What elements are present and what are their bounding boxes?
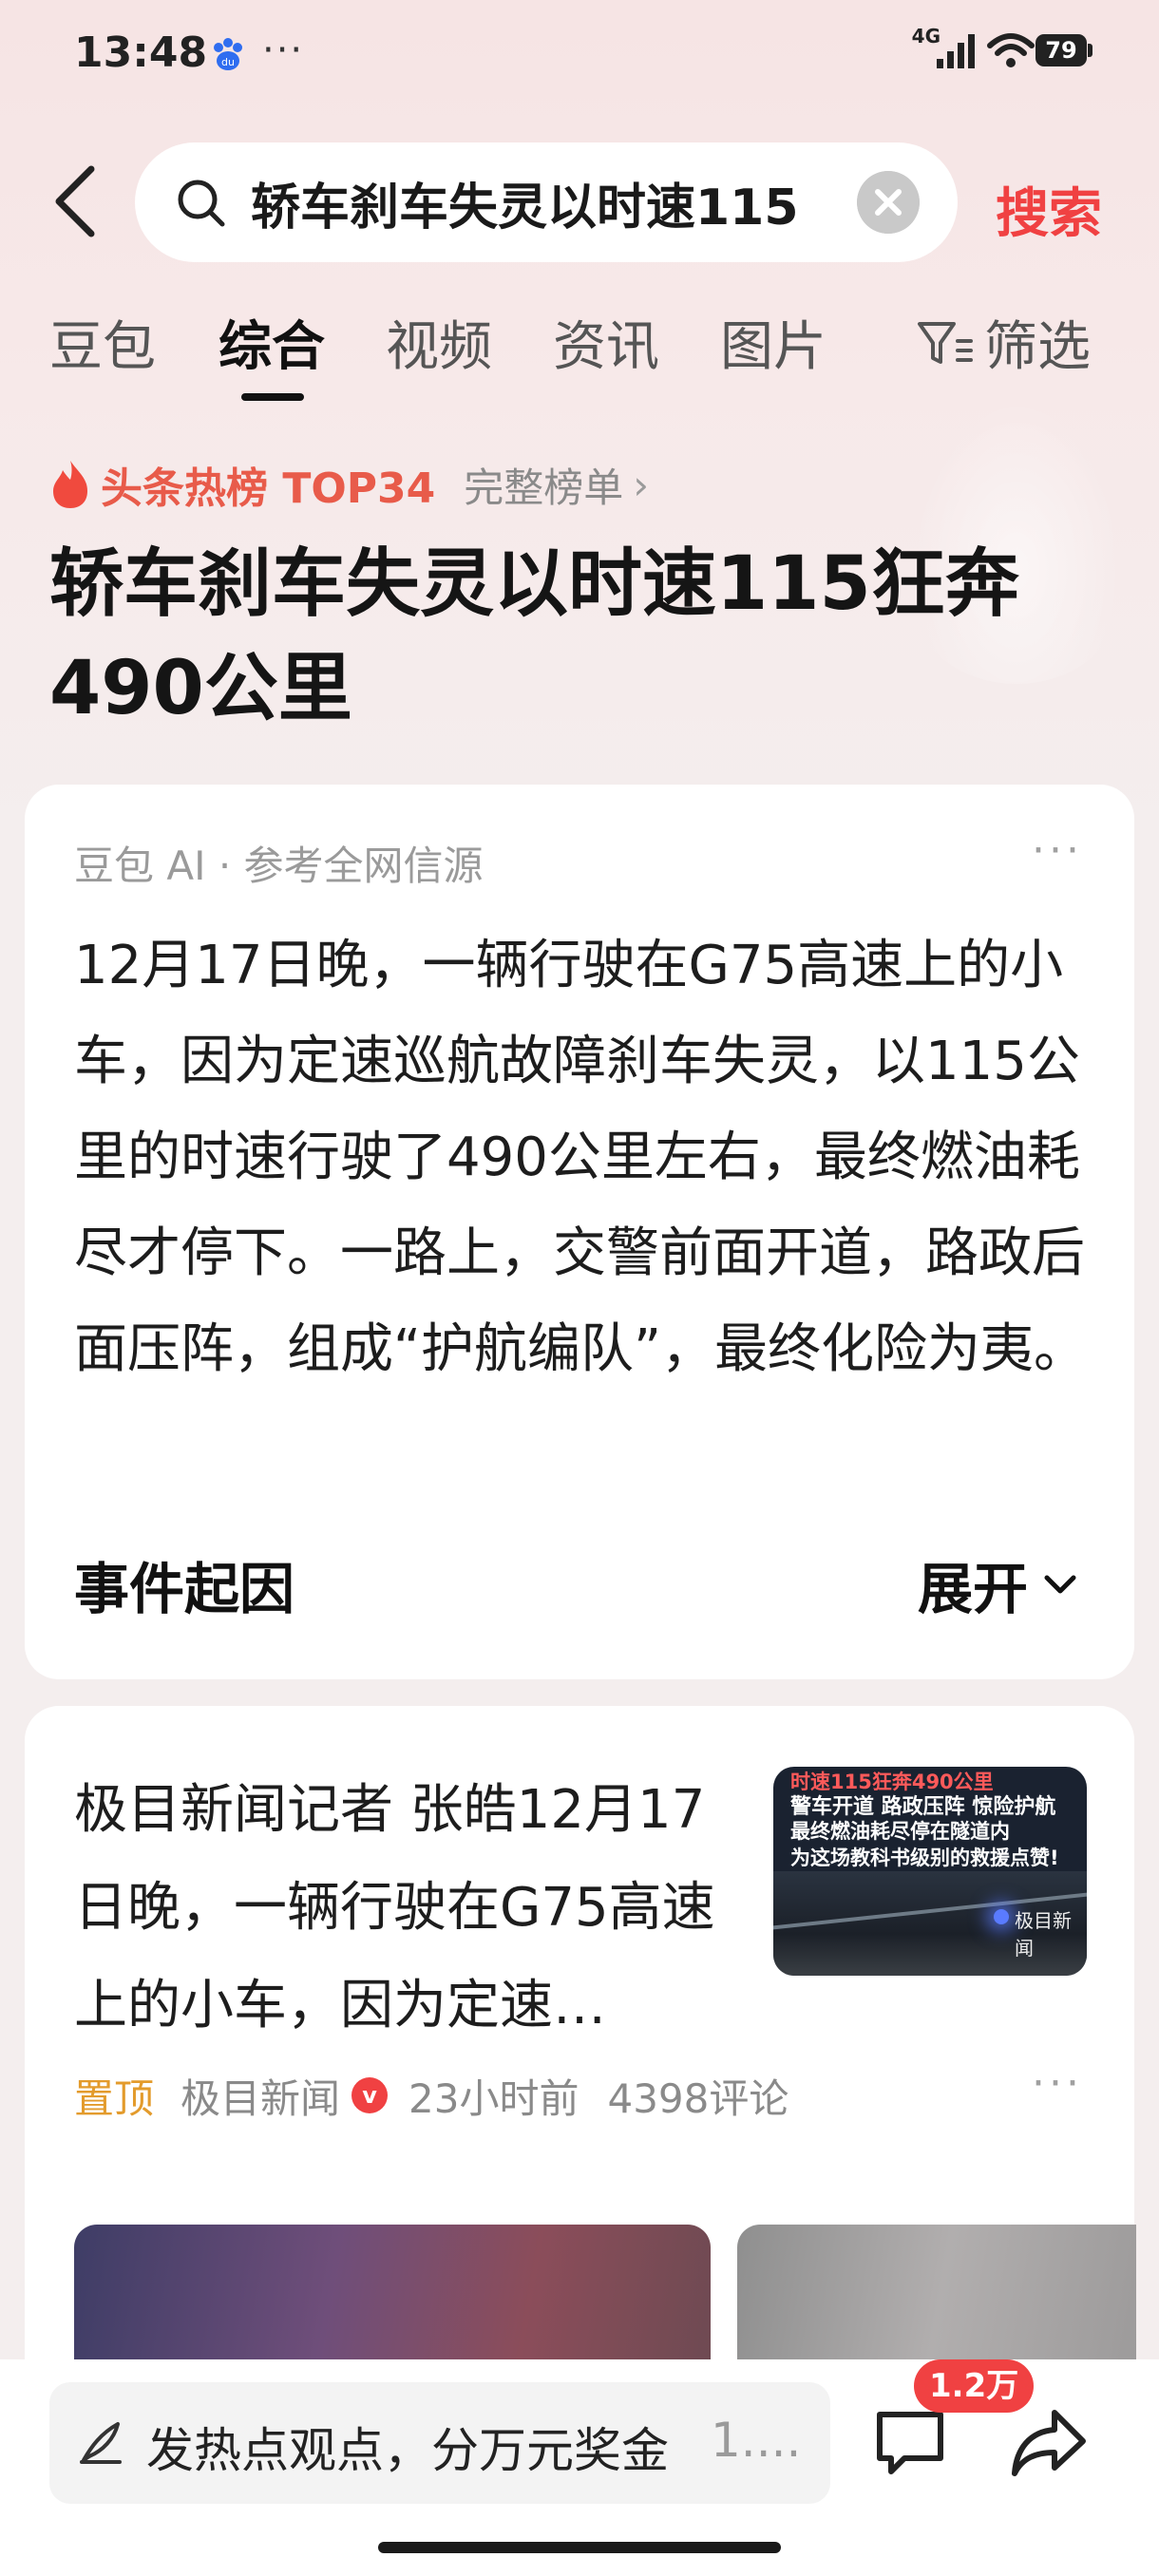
chevron-right-icon: › xyxy=(633,461,650,508)
pen-icon xyxy=(80,2422,122,2464)
tab-doubao[interactable]: 豆包 xyxy=(49,304,156,381)
battery-icon: 79 xyxy=(1036,34,1087,66)
filter-button[interactable]: 筛选 xyxy=(916,304,1091,381)
news-thumbnail[interactable]: 时速115狂奔490公里 警车开道 路政压阵 惊险护航 最终燃油耗尽停在隧道内 … xyxy=(773,1767,1087,1976)
thumbnail-watermark: 极目新闻 xyxy=(1015,1909,1072,1960)
hot-rank-row[interactable]: 头条热榜 TOP34 完整榜单 › xyxy=(49,454,649,515)
ai-summary-card: 豆包 AI · 参考全网信源 ··· 12月17日晚，一辆行驶在G75高速上的小… xyxy=(25,785,1134,1679)
clear-search-icon[interactable] xyxy=(857,171,920,234)
news-snippet[interactable]: 极目新闻记者 张皓12月17日晚，一辆行驶在G75高速上的小车，因为定速… xyxy=(74,1761,758,2055)
comment-input[interactable]: 发热点观点，分万元奖金 1.... xyxy=(49,2382,830,2504)
verified-badge-icon: v xyxy=(352,2077,389,2113)
filter-icon xyxy=(918,321,973,364)
comment-overflow: 1.... xyxy=(711,2413,802,2468)
tab-news[interactable]: 资讯 xyxy=(553,304,659,381)
status-time: 13:48 xyxy=(74,28,208,77)
wifi-icon xyxy=(987,33,1035,67)
time-ago: 23小时前 xyxy=(408,2074,580,2122)
search-icon xyxy=(178,180,225,227)
status-bar: 13:48 du ··· 4G 79 xyxy=(0,0,1159,114)
news-more-icon[interactable]: ··· xyxy=(1032,2059,1083,2108)
page-title: 轿车刹车失灵以时速115狂奔490公里 xyxy=(49,541,1019,731)
tab-video[interactable]: 视频 xyxy=(386,304,492,381)
comment-placeholder: 发热点观点，分万元奖金 xyxy=(146,2423,669,2478)
fire-icon xyxy=(53,461,87,508)
search-box[interactable] xyxy=(135,142,958,262)
search-input[interactable] xyxy=(251,171,840,234)
pinned-label: 置顶 xyxy=(74,2074,155,2122)
news-meta: 置顶 极目新闻 v 23小时前 4398评论 xyxy=(74,2067,788,2124)
battery-tip xyxy=(1088,44,1092,57)
hot-rank-title: 头条热榜 TOP34 xyxy=(101,464,436,513)
ai-summary-text: 12月17日晚，一辆行驶在G75高速上的小车，因为定速巡航故障刹车失灵，以115… xyxy=(74,935,1088,1380)
thumbnail-caption-3: 最终燃油耗尽停在隧道内 xyxy=(790,1820,1010,1843)
section-title: 事件起因 xyxy=(74,1557,295,1621)
expand-button[interactable]: 展开 xyxy=(918,1544,1079,1624)
news-source[interactable]: 极目新闻 xyxy=(180,2067,340,2125)
comment-icon[interactable] xyxy=(872,2405,948,2481)
status-more-icon: ··· xyxy=(262,28,305,72)
more-options-icon[interactable]: ··· xyxy=(1032,826,1083,875)
chevron-down-icon xyxy=(1044,1575,1076,1594)
home-indicator[interactable] xyxy=(378,2542,781,2553)
tab-comprehensive[interactable]: 综合 xyxy=(218,304,325,381)
tab-images[interactable]: 图片 xyxy=(720,304,826,381)
full-list-link[interactable]: 完整榜单 xyxy=(464,456,623,514)
filter-label: 筛选 xyxy=(984,316,1091,378)
expand-label: 展开 xyxy=(918,1557,1029,1621)
thumbnail-caption-4: 为这场教科书级别的救援点赞! xyxy=(790,1847,1059,1869)
bottom-bar: 发热点观点，分万元奖金 1.... 1.2万 xyxy=(0,2359,1159,2576)
share-icon[interactable] xyxy=(1009,2405,1089,2481)
police-light xyxy=(994,1909,1009,1924)
active-tab-indicator xyxy=(241,393,304,401)
search-tabs: 豆包 综合 视频 资讯 图片 筛选 xyxy=(0,304,1159,408)
baidu-paw-icon: du xyxy=(214,38,242,70)
svg-text:du: du xyxy=(221,56,235,68)
ai-source-label: 豆包 AI · 参考全网信源 xyxy=(74,843,484,889)
comment-count: 4398评论 xyxy=(607,2074,789,2122)
signal-icon xyxy=(937,34,975,68)
search-button[interactable]: 搜索 xyxy=(996,171,1102,248)
back-arrow-icon[interactable] xyxy=(49,163,103,239)
